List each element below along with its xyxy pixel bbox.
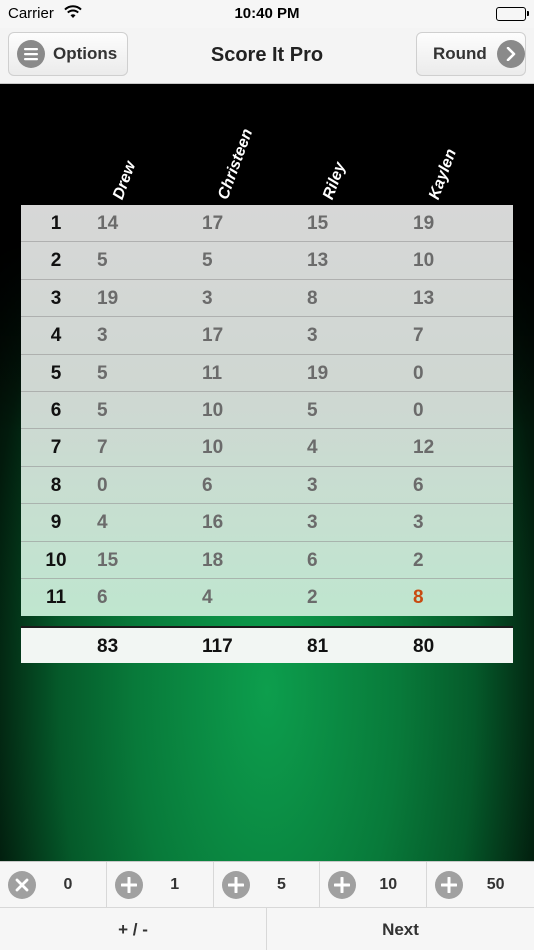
- clock: 10:40 PM: [234, 5, 300, 22]
- increment-value: 0: [63, 875, 73, 893]
- score-cell[interactable]: 10: [202, 392, 223, 429]
- add-1-button[interactable]: 1: [107, 862, 214, 907]
- score-row[interactable]: 3 19 3 8 13: [21, 280, 513, 318]
- round-number: 1: [50, 213, 62, 234]
- score-row[interactable]: 7 7 10 4 12: [21, 429, 513, 467]
- score-row[interactable]: 11 6 4 2 8: [21, 579, 513, 616]
- score-cell[interactable]: 3: [97, 317, 108, 354]
- score-cell[interactable]: 19: [307, 355, 328, 392]
- score-cell[interactable]: 8: [413, 579, 424, 616]
- plus-icon: [435, 870, 464, 899]
- score-cell[interactable]: 0: [413, 392, 424, 429]
- increment-value: 5: [277, 875, 286, 893]
- score-cell[interactable]: 6: [413, 467, 424, 504]
- score-cell[interactable]: 3: [307, 504, 318, 541]
- score-cell[interactable]: 10: [202, 429, 223, 466]
- status-bar: Carrier 10:40 PM: [0, 0, 534, 28]
- score-cell[interactable]: 18: [202, 542, 223, 579]
- total-score: 81: [307, 636, 329, 657]
- increment-value: 50: [486, 875, 505, 893]
- score-cell[interactable]: 6: [97, 579, 108, 616]
- score-cell[interactable]: 7: [97, 429, 108, 466]
- round-number: 10: [45, 549, 67, 571]
- score-cell[interactable]: 2: [307, 579, 318, 616]
- score-cell[interactable]: 2: [413, 542, 424, 579]
- score-row[interactable]: 6 5 10 5 0: [21, 392, 513, 430]
- score-cell[interactable]: 10: [413, 242, 434, 279]
- round-number: 8: [50, 474, 62, 496]
- score-cell[interactable]: 19: [413, 205, 434, 242]
- total-score: 80: [413, 636, 435, 657]
- score-cell[interactable]: 0: [413, 355, 424, 392]
- score-cell[interactable]: 5: [97, 392, 108, 429]
- score-cell[interactable]: 4: [202, 579, 213, 616]
- score-row[interactable]: 9 4 16 3 3: [21, 504, 513, 542]
- round-number: 7: [50, 437, 62, 459]
- battery-icon: [496, 7, 529, 21]
- score-cell[interactable]: 15: [307, 205, 328, 242]
- score-row[interactable]: 1 14 17 15 19: [21, 205, 513, 243]
- score-cell[interactable]: 14: [97, 205, 118, 242]
- totals-row: 83 117 81 80: [21, 626, 513, 663]
- plus-icon: [221, 870, 250, 899]
- score-cell[interactable]: 13: [307, 242, 328, 279]
- score-cell[interactable]: 13: [413, 280, 434, 317]
- score-cell[interactable]: 17: [202, 205, 223, 242]
- add-50-button[interactable]: 50: [427, 862, 534, 907]
- score-cell[interactable]: 5: [307, 392, 318, 429]
- plus-icon: [328, 870, 357, 899]
- total-score: 83: [97, 636, 119, 657]
- score-cell[interactable]: 3: [202, 280, 213, 317]
- plus-minus-button[interactable]: + / -: [0, 907, 267, 950]
- score-row[interactable]: 10 15 18 6 2: [21, 542, 513, 579]
- score-row[interactable]: 5 5 11 19 0: [21, 355, 513, 392]
- next-button[interactable]: Next: [267, 907, 534, 950]
- score-cell[interactable]: 3: [307, 317, 318, 354]
- score-table: 1 14 17 15 19 2 5 5 13 10 3 19 3 8 13 4 3 17 3 7 5 5 11 19 0 6 5 10…: [21, 205, 513, 616]
- score-cell[interactable]: 8: [307, 280, 318, 317]
- score-cell[interactable]: 19: [97, 280, 118, 317]
- score-cell[interactable]: 3: [413, 504, 424, 541]
- add-5-button[interactable]: 5: [214, 862, 321, 907]
- round-number: 5: [50, 362, 62, 384]
- round-number: 3: [50, 287, 62, 309]
- score-row[interactable]: 4 3 17 3 7: [21, 317, 513, 355]
- round-number: 4: [50, 325, 62, 347]
- clear-score-button[interactable]: 0: [0, 862, 107, 907]
- score-cell[interactable]: 11: [202, 355, 222, 392]
- nav-bar: Options Score It Pro Round: [0, 28, 534, 84]
- round-label: Round: [433, 44, 487, 63]
- score-cell[interactable]: 12: [413, 429, 434, 466]
- score-cell[interactable]: 0: [97, 467, 108, 504]
- score-cell[interactable]: 16: [202, 504, 223, 541]
- round-number: 6: [50, 400, 62, 421]
- clear-icon: [8, 870, 36, 899]
- chevron-right-icon: [496, 40, 525, 68]
- score-cell[interactable]: 4: [97, 504, 108, 541]
- score-cell[interactable]: 5: [202, 242, 213, 279]
- score-cell[interactable]: 5: [97, 355, 108, 392]
- increment-value: 1: [170, 875, 180, 893]
- round-number: 9: [50, 512, 62, 534]
- total-score: 117: [202, 636, 233, 657]
- score-cell[interactable]: 4: [307, 429, 318, 466]
- score-cell[interactable]: 17: [202, 317, 223, 354]
- round-button[interactable]: Round: [416, 32, 526, 76]
- score-cell[interactable]: 5: [97, 242, 108, 279]
- score-row[interactable]: 2 5 5 13 10: [21, 242, 513, 280]
- add-10-button[interactable]: 10: [320, 862, 428, 907]
- plus-icon: [114, 870, 143, 899]
- score-cell[interactable]: 6: [202, 467, 213, 504]
- score-cell[interactable]: 6: [307, 542, 318, 579]
- score-cell[interactable]: 3: [307, 467, 318, 504]
- score-cell[interactable]: 15: [97, 542, 118, 579]
- increment-value: 10: [379, 875, 398, 893]
- score-cell[interactable]: 7: [413, 317, 424, 354]
- score-row[interactable]: 8 0 6 3 6: [21, 467, 513, 505]
- round-number: 11: [45, 587, 67, 608]
- bottom-toolbar: 0 1 5 10 50 + / - Next: [0, 861, 534, 950]
- round-number: 2: [50, 250, 62, 272]
